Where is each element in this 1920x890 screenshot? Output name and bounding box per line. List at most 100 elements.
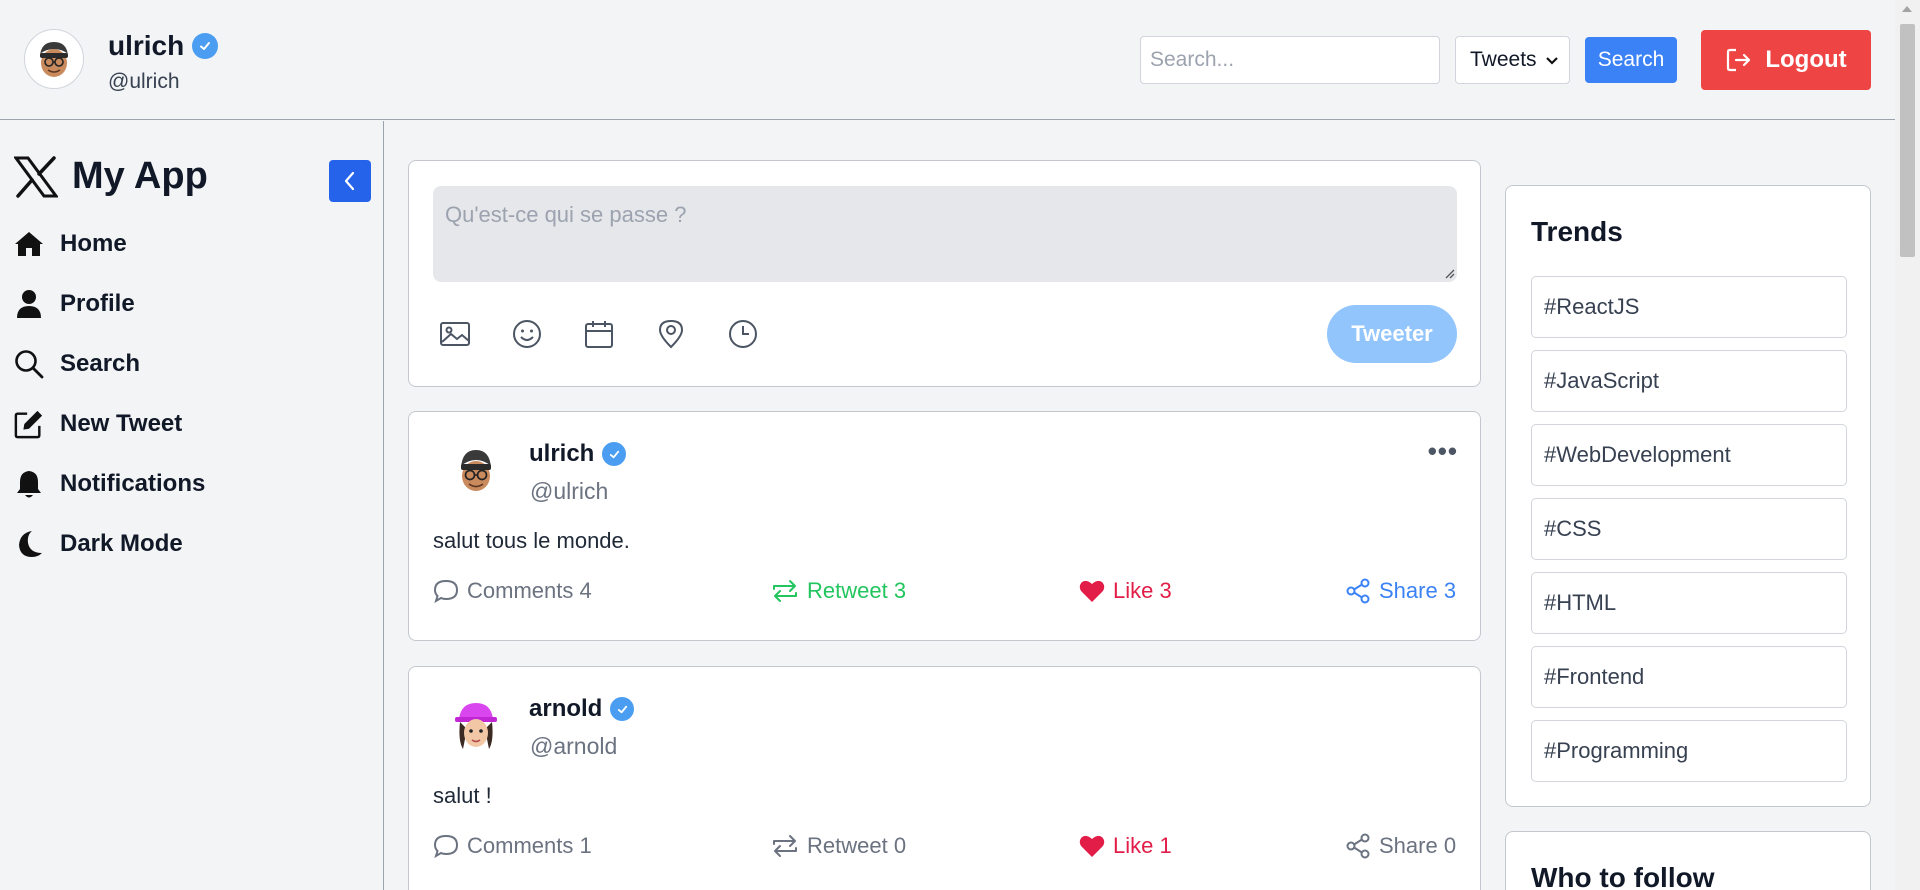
- search-input[interactable]: [1140, 36, 1440, 84]
- logout-button[interactable]: Logout: [1701, 30, 1871, 90]
- sidebar-item-dark-mode[interactable]: Dark Mode: [14, 529, 183, 559]
- sidebar-item-label: Search: [60, 350, 141, 377]
- brand[interactable]: My App: [14, 155, 208, 198]
- trend-item[interactable]: #Frontend: [1531, 646, 1847, 708]
- like-count: Like 1: [1113, 833, 1172, 858]
- retweet-count: Retweet 3: [807, 578, 907, 603]
- tweet-text: salut tous le monde.: [433, 528, 630, 553]
- user-name: ulrich: [108, 30, 185, 61]
- sidebar-item-label: New Tweet: [60, 410, 183, 437]
- more-options-icon[interactable]: •••: [1428, 436, 1458, 467]
- like-count: Like 3: [1113, 578, 1172, 603]
- comment-button[interactable]: Comments 4: [433, 578, 592, 604]
- comment-count: Comments 4: [467, 578, 592, 603]
- heart-icon: [1079, 580, 1105, 602]
- sidebar-item-label: Dark Mode: [60, 530, 183, 557]
- search-button[interactable]: Search: [1585, 37, 1677, 83]
- comment-icon: [433, 834, 459, 859]
- sidebar-item-new-tweet[interactable]: New Tweet: [14, 409, 182, 439]
- like-button[interactable]: Like 3: [1079, 578, 1172, 604]
- user-avatar-icon: [461, 450, 491, 491]
- who-to-follow-title: Who to follow: [1531, 862, 1715, 890]
- page-scrollbar[interactable]: [1895, 0, 1920, 890]
- sidebar-item-label: Home: [60, 230, 127, 257]
- retweet-icon: [773, 580, 797, 602]
- user-icon: [14, 289, 44, 319]
- retweet-count: Retweet 0: [807, 833, 907, 858]
- header-user-name: ulrich: [108, 30, 219, 62]
- scrollbar-thumb[interactable]: [1900, 24, 1915, 257]
- tweet-textarea[interactable]: [433, 186, 1457, 282]
- share-icon: [1346, 578, 1370, 604]
- tweet-author-name[interactable]: ulrich: [529, 440, 594, 468]
- like-button[interactable]: Like 1: [1079, 833, 1172, 859]
- retweet-icon: [773, 835, 797, 857]
- top-header: ulrich @ulrich Tweets Search Logout: [0, 0, 1895, 120]
- user-handle: @ulrich: [108, 70, 180, 93]
- search-type-select[interactable]: Tweets: [1455, 36, 1570, 84]
- share-count: Share 0: [1379, 833, 1457, 858]
- trend-item[interactable]: #ReactJS: [1531, 276, 1847, 338]
- heart-icon: [1079, 835, 1105, 857]
- sidebar-item-notifications[interactable]: Notifications: [14, 469, 205, 499]
- home-icon: [14, 229, 44, 259]
- retweet-button[interactable]: Retweet 3: [771, 578, 906, 604]
- share-icon: [1346, 833, 1370, 859]
- tweet-author: ulrich: [529, 440, 627, 468]
- emoji-icon[interactable]: [509, 316, 545, 352]
- search-icon: [14, 349, 44, 379]
- sidebar: My App Home Profile Search New Tweet Not…: [0, 121, 384, 890]
- resize-grip-icon[interactable]: [1445, 269, 1455, 279]
- calendar-icon[interactable]: [581, 316, 617, 352]
- trend-item[interactable]: #JavaScript: [1531, 350, 1847, 412]
- trends-panel: Trends #ReactJS #JavaScript #WebDevelopm…: [1505, 185, 1871, 807]
- avatar[interactable]: [24, 29, 84, 89]
- sidebar-item-search[interactable]: Search: [14, 349, 140, 379]
- trend-item[interactable]: #WebDevelopment: [1531, 424, 1847, 486]
- verified-badge-icon: [602, 442, 627, 466]
- tweet-author-name[interactable]: arnold: [529, 695, 602, 723]
- moon-icon: [14, 529, 44, 559]
- edit-icon: [14, 409, 44, 439]
- retweet-button[interactable]: Retweet 0: [771, 833, 906, 859]
- bell-icon: [14, 469, 44, 499]
- user-avatar-icon: [40, 42, 68, 77]
- x-logo-icon: [14, 155, 58, 198]
- tweet-text: salut !: [433, 783, 492, 808]
- who-to-follow-panel: Who to follow: [1505, 831, 1871, 890]
- search-type-value: Tweets: [1470, 48, 1537, 71]
- trend-item[interactable]: #CSS: [1531, 498, 1847, 560]
- scroll-up-arrow-icon[interactable]: [1902, 6, 1912, 12]
- clock-icon[interactable]: [725, 316, 761, 352]
- share-button[interactable]: Share 3: [1345, 578, 1456, 604]
- location-icon[interactable]: [653, 316, 689, 352]
- logout-label: Logout: [1765, 46, 1847, 73]
- verified-badge-icon: [610, 697, 635, 721]
- share-count: Share 3: [1379, 578, 1457, 603]
- avatar[interactable]: [447, 442, 505, 500]
- comment-count: Comments 1: [467, 833, 592, 858]
- trends-title: Trends: [1531, 216, 1623, 247]
- brand-name: My App: [72, 155, 208, 197]
- user-avatar-icon: [455, 703, 497, 749]
- tweet-card: ulrich @ulrich ••• salut tous le monde. …: [408, 411, 1481, 641]
- share-button[interactable]: Share 0: [1345, 833, 1456, 859]
- trend-item[interactable]: #HTML: [1531, 572, 1847, 634]
- tweet-author-handle: @arnold: [530, 733, 618, 759]
- avatar[interactable]: [447, 697, 505, 755]
- comment-button[interactable]: Comments 1: [433, 833, 592, 859]
- image-icon[interactable]: [437, 316, 473, 352]
- chevron-left-icon: [344, 171, 355, 191]
- sidebar-item-profile[interactable]: Profile: [14, 289, 135, 319]
- comment-icon: [433, 579, 459, 604]
- sidebar-item-label: Profile: [60, 290, 135, 317]
- tweet-author-handle: @ulrich: [530, 478, 609, 504]
- sidebar-item-home[interactable]: Home: [14, 229, 127, 259]
- tweet-author: arnold: [529, 695, 635, 723]
- chevron-down-icon: [1546, 57, 1558, 65]
- logout-icon: [1727, 48, 1751, 72]
- tweet-submit-button[interactable]: Tweeter: [1327, 305, 1457, 363]
- collapse-sidebar-button[interactable]: [329, 160, 371, 202]
- trend-item[interactable]: #Programming: [1531, 720, 1847, 782]
- tweet-card: arnold @arnold salut ! Comments 1 Retwee…: [408, 666, 1481, 890]
